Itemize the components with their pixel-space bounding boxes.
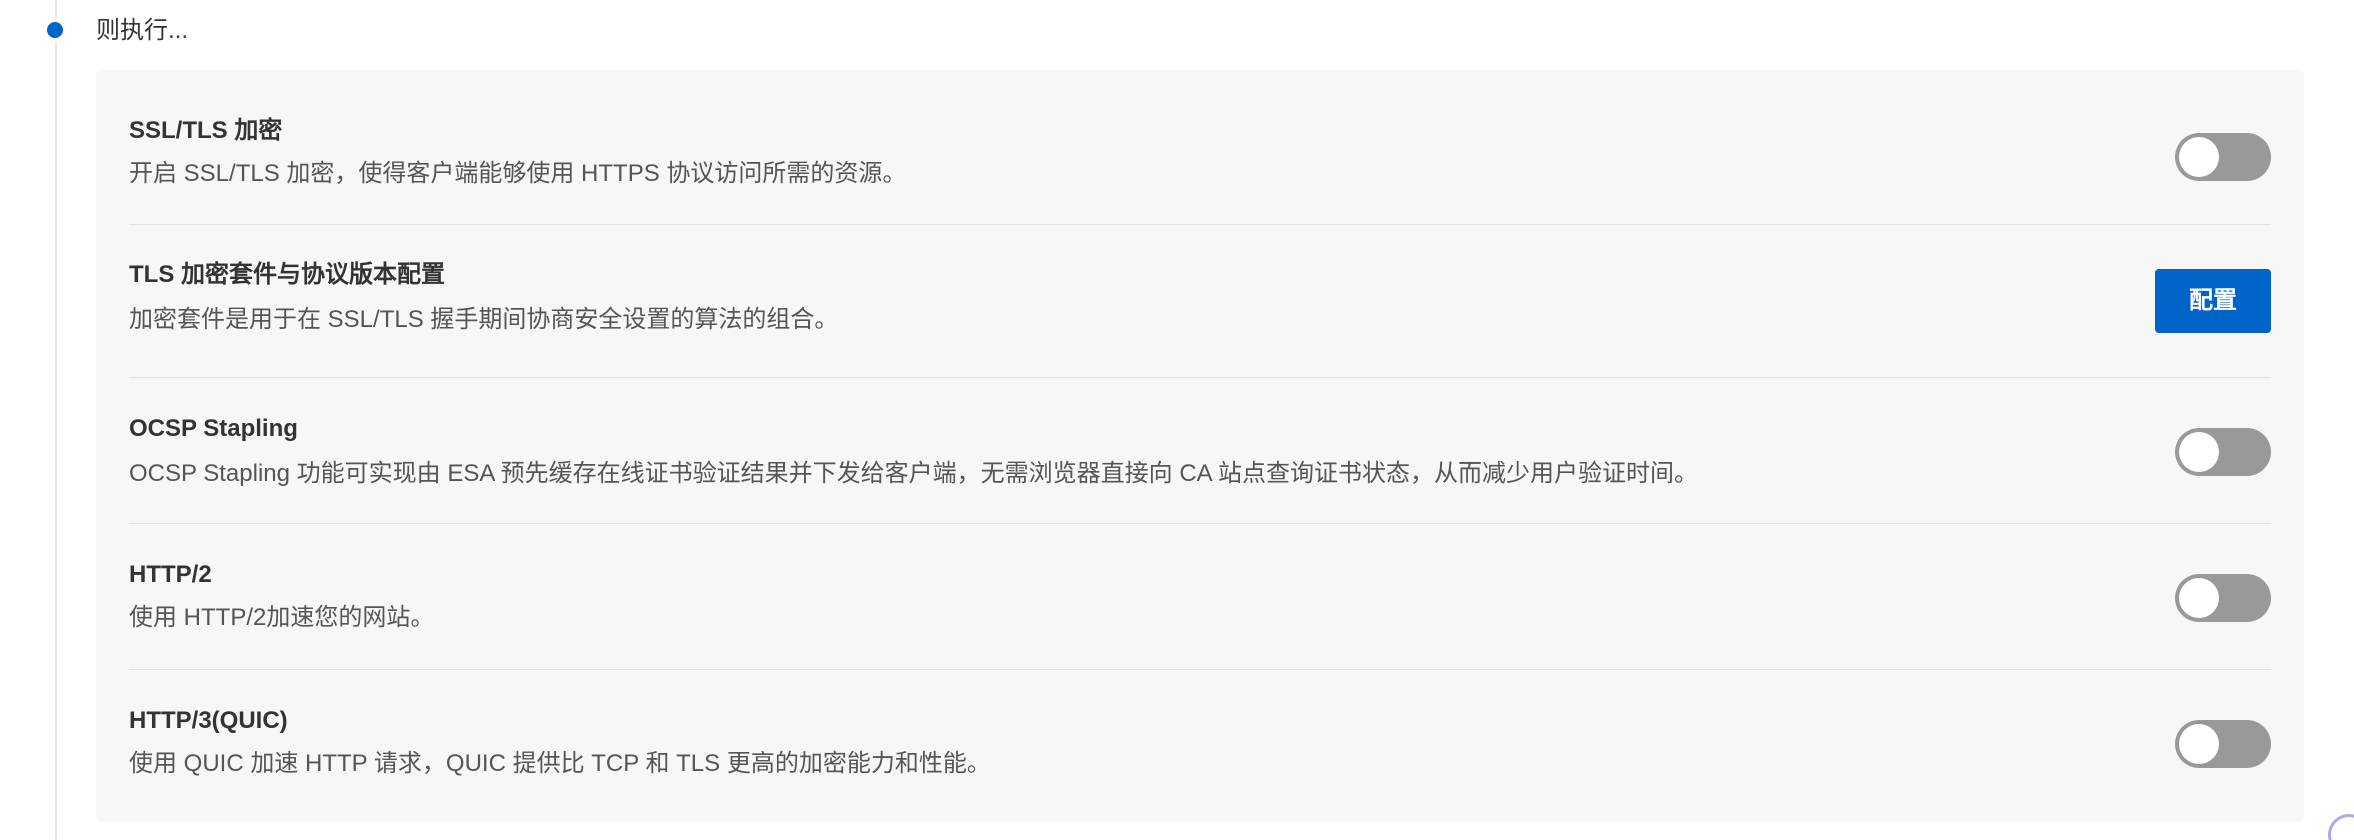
setting-row-http2: HTTP/2 使用 HTTP/2加速您的网站。 xyxy=(129,548,2271,662)
setting-row-ocsp-stapling: OCSP Stapling OCSP Stapling 功能可实现由 ESA 预… xyxy=(129,402,2271,516)
toggle-knob xyxy=(2179,724,2219,764)
row-divider xyxy=(129,377,2271,378)
setting-row-http3-quic: HTTP/3(QUIC) 使用 QUIC 加速 HTTP 请求，QUIC 提供比… xyxy=(129,694,2271,808)
setting-description: 使用 QUIC 加速 HTTP 请求，QUIC 提供比 TCP 和 TLS 更高… xyxy=(129,750,991,777)
row-divider xyxy=(129,669,2271,670)
timeline-dot-icon xyxy=(47,22,63,38)
setting-title: OCSP Stapling xyxy=(129,415,298,442)
setting-title: TLS 加密套件与协议版本配置 xyxy=(129,261,445,288)
toggle-knob xyxy=(2179,137,2219,177)
setting-row-tls-cipher: TLS 加密套件与协议版本配置 加密套件是用于在 SSL/TLS 握手期间协商安… xyxy=(129,248,2271,362)
row-divider xyxy=(129,523,2271,524)
setting-row-ssl-tls: SSL/TLS 加密 开启 SSL/TLS 加密，使得客户端能够使用 HTTPS… xyxy=(129,102,2271,216)
setting-title: SSL/TLS 加密 xyxy=(129,117,283,144)
setting-title: HTTP/2 xyxy=(129,561,212,588)
ssl-tls-toggle[interactable] xyxy=(2175,133,2271,181)
http3-quic-toggle[interactable] xyxy=(2175,720,2271,768)
assistant-launcher-icon[interactable] xyxy=(2328,814,2354,840)
row-divider xyxy=(129,224,2271,225)
setting-description: 开启 SSL/TLS 加密，使得客户端能够使用 HTTPS 协议访问所需的资源。 xyxy=(129,160,907,187)
setting-description: 使用 HTTP/2加速您的网站。 xyxy=(129,604,435,631)
toggle-knob xyxy=(2179,432,2219,472)
http2-toggle[interactable] xyxy=(2175,574,2271,622)
setting-title: HTTP/3(QUIC) xyxy=(129,707,288,734)
settings-card: SSL/TLS 加密 开启 SSL/TLS 加密，使得客户端能够使用 HTTPS… xyxy=(96,70,2304,822)
setting-description: OCSP Stapling 功能可实现由 ESA 预先缓存在线证书验证结果并下发… xyxy=(129,460,1699,487)
configure-button[interactable]: 配置 xyxy=(2155,269,2271,333)
step-title: 则执行... xyxy=(96,17,189,44)
setting-description: 加密套件是用于在 SSL/TLS 握手期间协商安全设置的算法的组合。 xyxy=(129,306,839,333)
toggle-knob xyxy=(2179,578,2219,618)
rule-actions-page: 则执行... SSL/TLS 加密 开启 SSL/TLS 加密，使得客户端能够使… xyxy=(0,0,2354,840)
timeline-line xyxy=(55,0,57,840)
ocsp-stapling-toggle[interactable] xyxy=(2175,428,2271,476)
